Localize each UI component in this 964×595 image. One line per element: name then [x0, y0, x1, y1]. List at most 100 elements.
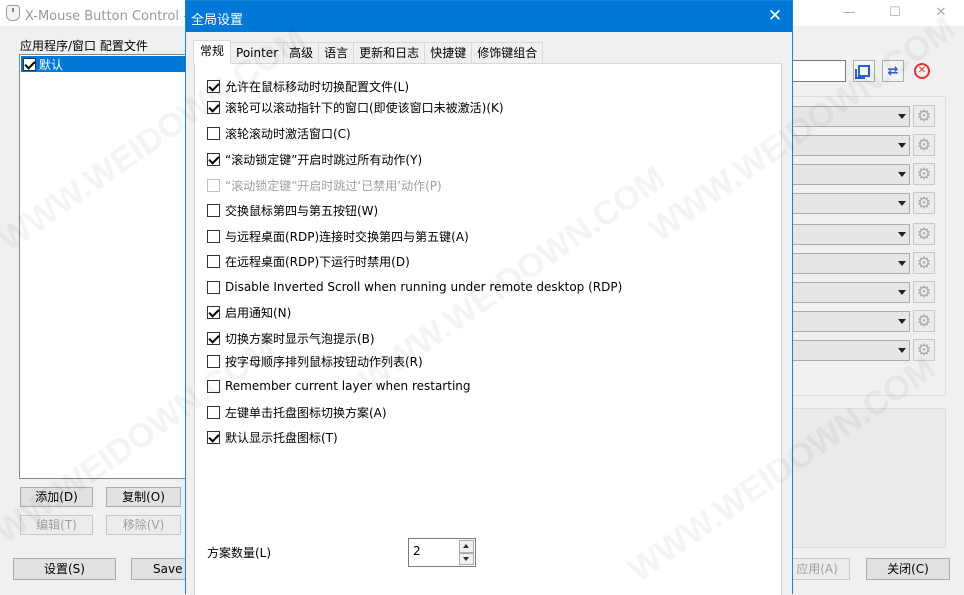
- option-label: 交换鼠标第四与第五按钮(W): [225, 203, 379, 218]
- option-row[interactable]: Remember current layer when restarting: [207, 378, 471, 394]
- tab-language[interactable]: 语言: [318, 42, 355, 64]
- option-row[interactable]: 默认显示托盘图标(T): [207, 429, 338, 445]
- minimize-icon[interactable]: —: [826, 0, 872, 26]
- option-checkbox[interactable]: [207, 100, 220, 114]
- action-combo[interactable]: [790, 340, 910, 361]
- layer-group: [790, 408, 946, 548]
- option-row[interactable]: 左键单击托盘图标切换方案(A): [207, 404, 387, 420]
- gear-icon[interactable]: ⚙: [913, 310, 935, 332]
- gear-icon[interactable]: ⚙: [913, 192, 935, 214]
- chevron-down-icon: [898, 348, 906, 353]
- tab-modifier-keys[interactable]: 修饰键组合: [471, 42, 544, 64]
- dialog-title: 全局设置: [191, 13, 244, 28]
- stepper-buttons: [459, 540, 474, 565]
- profile-checkbox[interactable]: [23, 57, 36, 71]
- stepper-up-icon[interactable]: [459, 540, 474, 553]
- apply-button[interactable]: 应用(A): [784, 558, 850, 580]
- action-combo[interactable]: [790, 253, 910, 274]
- option-row[interactable]: Disable Inverted Scroll when running und…: [207, 279, 622, 295]
- option-checkbox[interactable]: [207, 203, 220, 217]
- settings-tabs: 常规 Pointer 高级 语言 更新和日志 快捷键 修饰键组合: [193, 40, 544, 64]
- close-icon[interactable]: ✕: [918, 0, 964, 26]
- main-window-title: X-Mouse Button Control - 设: [25, 9, 205, 24]
- option-checkbox[interactable]: [207, 305, 220, 319]
- option-checkbox[interactable]: [207, 126, 220, 140]
- option-row[interactable]: 交换鼠标第四与第五按钮(W): [207, 202, 378, 218]
- option-row[interactable]: 切换方案时显示气泡提示(B): [207, 330, 375, 346]
- option-row[interactable]: 滚轮滚动时激活窗口(C): [207, 125, 351, 141]
- option-checkbox[interactable]: [207, 152, 220, 166]
- option-label: “滚动锁定键”开启时跳过‘已禁用’动作(P): [225, 178, 442, 193]
- option-checkbox[interactable]: [207, 254, 220, 268]
- chevron-down-icon: [898, 172, 906, 177]
- gear-icon[interactable]: ⚙: [913, 105, 935, 127]
- maximize-icon[interactable]: ☐: [872, 0, 918, 26]
- action-combo[interactable]: [790, 282, 910, 303]
- option-label: 在远程桌面(RDP)下运行时禁用(D): [225, 254, 410, 269]
- delete-profile-button[interactable]: ✕: [911, 60, 933, 82]
- action-combo[interactable]: [790, 164, 910, 185]
- edit-button[interactable]: 编辑(T): [20, 515, 93, 535]
- action-combo[interactable]: [790, 224, 910, 245]
- gear-icon[interactable]: ⚙: [913, 281, 935, 303]
- tab-pointer[interactable]: Pointer: [230, 42, 285, 64]
- tab-updates-logging[interactable]: 更新和日志: [353, 42, 426, 64]
- tab-advanced[interactable]: 高级: [283, 42, 320, 64]
- option-row[interactable]: 启用通知(N): [207, 304, 291, 320]
- option-label: 与远程桌面(RDP)连接时交换第四与第五键(A): [225, 229, 469, 244]
- action-combo[interactable]: [790, 311, 910, 332]
- gear-icon[interactable]: ⚙: [913, 339, 935, 361]
- action-combo[interactable]: [790, 135, 910, 156]
- option-checkbox[interactable]: [207, 354, 220, 368]
- swap-profile-button[interactable]: ⇄: [882, 60, 904, 82]
- add-button[interactable]: 添加(D): [20, 487, 93, 507]
- global-settings-dialog: 全局设置 ✕ 常规 Pointer 高级 语言 更新和日志 快捷键 修饰键组合 …: [185, 0, 793, 595]
- option-label: 左键单击托盘图标切换方案(A): [225, 405, 387, 420]
- option-row[interactable]: “滚动锁定键”开启时跳过所有动作(Y): [207, 151, 422, 167]
- option-label: 滚轮可以滚动指针下的窗口(即使该窗口未被激活)(K): [225, 100, 504, 115]
- gear-icon[interactable]: ⚙: [913, 134, 935, 156]
- tab-general[interactable]: 常规: [193, 40, 232, 64]
- profiles-list[interactable]: 默认: [19, 54, 187, 479]
- option-row[interactable]: 滚轮可以滚动指针下的窗口(即使该窗口未被激活)(K): [207, 99, 504, 115]
- close-icon[interactable]: ✕: [758, 1, 792, 32]
- option-label: 按字母顺序排列鼠标按钮动作列表(R): [225, 354, 423, 369]
- scheme-count-stepper[interactable]: 2: [408, 538, 476, 567]
- option-row[interactable]: 允许在鼠标移动时切换配置文件(L): [207, 78, 409, 94]
- scheme-count-value[interactable]: 2: [413, 544, 421, 558]
- option-row[interactable]: “滚动锁定键”开启时跳过‘已禁用’动作(P): [207, 177, 442, 193]
- option-row[interactable]: 按字母顺序排列鼠标按钮动作列表(R): [207, 353, 423, 369]
- option-checkbox[interactable]: [207, 331, 220, 345]
- option-checkbox[interactable]: [207, 379, 220, 393]
- profile-item[interactable]: 默认: [21, 56, 185, 72]
- option-label: 默认显示托盘图标(T): [225, 430, 338, 445]
- option-checkbox[interactable]: [207, 405, 220, 419]
- option-checkbox[interactable]: [207, 280, 220, 294]
- chevron-down-icon: [898, 232, 906, 237]
- action-combo[interactable]: [790, 106, 910, 127]
- gear-icon[interactable]: ⚙: [913, 163, 935, 185]
- option-checkbox[interactable]: [207, 430, 220, 444]
- option-label: 切换方案时显示气泡提示(B): [225, 331, 375, 346]
- profile-name-input[interactable]: [790, 60, 846, 82]
- tab-hotkeys[interactable]: 快捷键: [424, 42, 473, 64]
- stepper-down-icon[interactable]: [459, 552, 474, 565]
- save-profile-button[interactable]: Save P: [131, 558, 191, 580]
- option-checkbox[interactable]: [207, 79, 220, 93]
- action-combo[interactable]: [790, 193, 910, 214]
- remove-button[interactable]: 移除(V): [106, 515, 181, 535]
- gear-icon[interactable]: ⚙: [913, 223, 935, 245]
- option-label: “滚动锁定键”开启时跳过所有动作(Y): [225, 152, 423, 167]
- copy-profile-button[interactable]: [853, 60, 875, 82]
- close-button[interactable]: 关闭(C): [866, 558, 950, 580]
- settings-button[interactable]: 设置(S): [13, 558, 116, 580]
- option-row[interactable]: 与远程桌面(RDP)连接时交换第四与第五键(A): [207, 228, 469, 244]
- option-row[interactable]: 在远程桌面(RDP)下运行时禁用(D): [207, 253, 410, 269]
- scheme-count-label: 方案数量(L): [207, 546, 272, 560]
- gear-icon[interactable]: ⚙: [913, 252, 935, 274]
- option-checkbox[interactable]: [207, 178, 220, 192]
- copy-button[interactable]: 复制(O): [106, 487, 181, 507]
- option-checkbox[interactable]: [207, 229, 220, 243]
- option-label: 滚轮滚动时激活窗口(C): [225, 126, 351, 141]
- chevron-down-icon: [898, 143, 906, 148]
